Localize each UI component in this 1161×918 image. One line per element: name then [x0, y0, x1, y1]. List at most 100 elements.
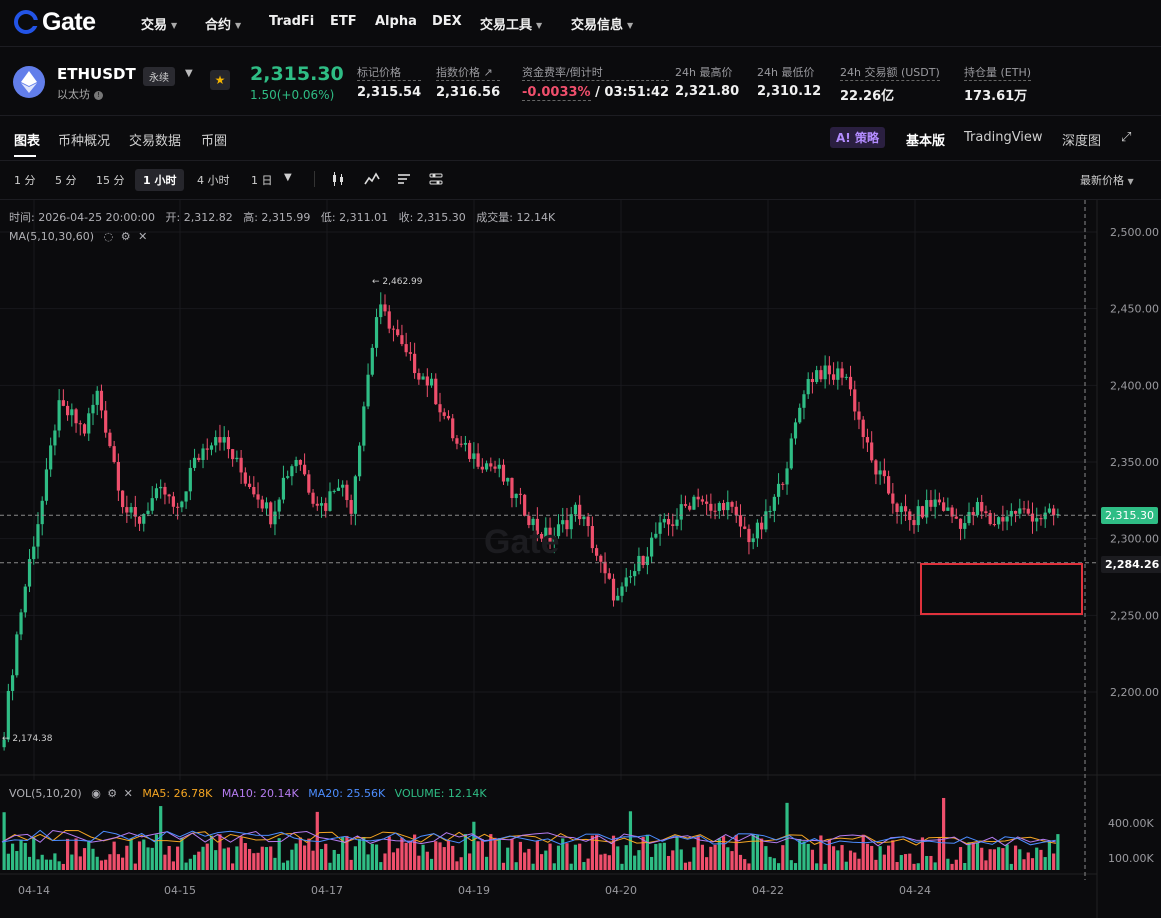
volume-bar	[1005, 844, 1009, 870]
high-marker: ← 2,462.99	[372, 277, 423, 287]
y-tick-label-4: 2,300.00	[1110, 533, 1159, 546]
candle-body	[654, 533, 658, 538]
candle-type-icon[interactable]	[330, 171, 346, 187]
timeframe-4h[interactable]: 4 小时	[197, 172, 230, 188]
eye-icon[interactable]: ◉	[91, 787, 101, 800]
volume-bar	[531, 863, 535, 870]
tab-basic[interactable]: 基本版	[906, 130, 945, 149]
vol-ma20: MA20: 25.56K	[308, 787, 386, 800]
volume-bar	[27, 856, 32, 870]
drawing-tools-icon[interactable]	[396, 171, 412, 187]
candle-body	[781, 483, 785, 485]
fullscreen-icon[interactable]: ⤢	[1121, 130, 1131, 145]
candle-body	[353, 476, 357, 514]
volume-bar	[641, 836, 645, 870]
candle-body	[908, 511, 912, 521]
indicators-icon[interactable]	[364, 171, 380, 187]
volume-bar	[603, 853, 607, 870]
low-marker-value: 2,174.38	[12, 734, 53, 744]
stat-label: 资金费率/倒计时	[522, 64, 670, 81]
nav-item-6[interactable]: 交易工具 ▼	[480, 14, 542, 33]
tab-coin-overview[interactable]: 币种概况	[58, 130, 110, 149]
gear-icon[interactable]: ⚙	[107, 787, 117, 800]
candle-body	[946, 507, 950, 511]
nav-item-1[interactable]: 合约 ▼	[205, 14, 241, 33]
timeframe-15m[interactable]: 15 分	[96, 172, 125, 188]
candle-body	[222, 437, 226, 443]
volume-bar	[700, 844, 704, 870]
close-icon[interactable]: ✕	[138, 230, 147, 243]
chart-watermark: Gate	[484, 523, 560, 561]
timeframe-1d[interactable]: 1 日	[251, 172, 273, 188]
candle-body	[99, 390, 104, 411]
timeframe-1h[interactable]: 1 小时	[135, 169, 185, 191]
symbol-name[interactable]: ETHUSDT	[57, 65, 136, 83]
volume-bar	[336, 853, 341, 870]
timeframe-dropdown-icon[interactable]: ▼	[284, 172, 292, 183]
candle-body	[434, 378, 438, 405]
volume-bar	[366, 854, 370, 870]
gate-logo[interactable]: Gate	[14, 8, 96, 36]
volume-bar	[142, 839, 146, 870]
high-marker-value: 2,462.99	[382, 277, 423, 287]
candle-body	[417, 373, 421, 380]
tab-trade-data[interactable]: 交易数据	[129, 130, 181, 149]
volume-bar	[789, 860, 793, 870]
y-tick-label-0: 2,500.00	[1110, 226, 1159, 239]
ohlc-high: 高: 2,315.99	[243, 211, 311, 224]
tab-crypto-circle[interactable]: 币圈	[201, 130, 227, 149]
stat-open-interest: 持仓量 (ETH) 173.61万	[964, 64, 1032, 104]
volume-bar	[908, 853, 912, 870]
candle-body	[438, 404, 442, 413]
active-tab-indicator	[14, 155, 36, 157]
volume-bar	[319, 849, 324, 870]
volume-bar	[65, 838, 70, 870]
tab-chart[interactable]: 图表	[14, 130, 40, 149]
candle-body	[709, 503, 713, 511]
candle-body	[197, 457, 201, 460]
candle-body	[523, 494, 527, 516]
price-source-select[interactable]: 最新价格 ▼	[1080, 172, 1134, 188]
nav-item-0[interactable]: 交易 ▼	[141, 14, 177, 33]
nav-item-3[interactable]: ETF	[330, 14, 357, 29]
gear-icon[interactable]: ⚙	[121, 230, 131, 243]
settings-icon[interactable]	[428, 171, 444, 187]
timeframe-5m[interactable]: 5 分	[55, 172, 77, 188]
volume-bar	[362, 837, 366, 870]
timeframe-1m[interactable]: 1 分	[14, 172, 36, 188]
candle-body	[19, 612, 23, 635]
volume-bar	[836, 850, 840, 870]
nav-item-5[interactable]: DEX	[432, 14, 462, 29]
nav-item-label: Alpha	[375, 14, 417, 29]
nav-item-7[interactable]: 交易信息 ▼	[571, 14, 633, 33]
highlight-box	[920, 563, 1083, 615]
volume-bar	[180, 837, 184, 870]
volume-bar	[590, 835, 594, 870]
tab-tradingview[interactable]: TradingView	[964, 130, 1043, 145]
volume-bar	[247, 848, 252, 870]
volume-bar	[188, 858, 192, 870]
nav-item-2[interactable]: TradFi	[269, 14, 314, 29]
symbol-dropdown-icon[interactable]: ▼	[185, 68, 193, 79]
volume-bar	[332, 849, 336, 870]
nav-item-4[interactable]: Alpha	[375, 14, 417, 29]
eye-off-icon[interactable]: ◌	[104, 230, 114, 243]
info-icon[interactable]: !	[94, 90, 103, 100]
candle-body	[806, 378, 810, 395]
price-chart[interactable]: 2,500.00 2,450.00 2,400.00 2,350.00 2,300.00…	[0, 200, 1161, 918]
tab-depth[interactable]: 深度图	[1062, 130, 1101, 149]
volume-bar	[679, 849, 683, 870]
close-icon[interactable]: ✕	[124, 787, 133, 800]
volume-bar	[616, 846, 620, 870]
stat-index-price[interactable]: 指数价格 ↗ 2,316.56	[436, 64, 501, 100]
candle-body	[472, 453, 476, 459]
volume-bar	[662, 842, 666, 870]
volume-bar	[400, 837, 404, 870]
candle-body	[1013, 510, 1018, 514]
candle-body	[459, 443, 463, 445]
candle-body	[493, 466, 497, 469]
candle-body	[688, 505, 692, 510]
favorite-star-icon[interactable]: ★	[210, 70, 230, 90]
ai-strategy-button[interactable]: A! 策略	[830, 127, 885, 148]
candle-body	[400, 335, 404, 345]
